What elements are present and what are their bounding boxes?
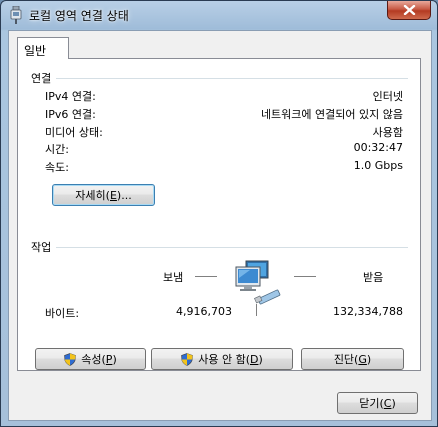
network-adapter-icon: [10, 6, 22, 24]
network-computers-icon: [235, 260, 281, 305]
network-icon-cable: [256, 304, 257, 316]
disable-button[interactable]: 사용 안 함(D): [151, 348, 293, 370]
close-window-button[interactable]: [387, 1, 431, 20]
received-line: [294, 276, 316, 277]
tab-panel: 연결 IPv4 연결: 인터넷 IPv6 연결: 네트워크에 연결되어 있지 않…: [17, 58, 421, 371]
ipv6-label: IPv6 연결:: [45, 108, 96, 121]
properties-button[interactable]: 속성(P): [35, 348, 146, 370]
sent-label: 보냄: [163, 271, 184, 284]
duration-label: 시간:: [45, 143, 69, 156]
speed-value: 1.0 Gbps: [353, 159, 403, 172]
sent-line: [195, 276, 217, 277]
title-bar[interactable]: 로컬 영역 연결 상태: [1, 1, 437, 29]
received-label: 받음: [363, 271, 384, 284]
close-icon: [403, 5, 416, 15]
bytes-label: 바이트:: [45, 307, 80, 320]
ipv4-value: 인터넷: [372, 90, 403, 103]
close-button[interactable]: 닫기(C): [337, 392, 418, 414]
group-divider: [56, 247, 408, 248]
ipv6-value: 네트워크에 연결되어 있지 않음: [260, 108, 403, 121]
speed-label: 속도:: [45, 161, 69, 174]
dialog-client-area: 일반 연결 IPv4 연결: 인터넷 IPv6 연결: 네트워크에 연결되어 있…: [8, 30, 432, 421]
details-button[interactable]: 자세히(E)...: [52, 184, 155, 206]
connection-group-label: 연결: [31, 72, 52, 85]
ipv4-label: IPv4 연결:: [45, 90, 96, 103]
window-title: 로컬 영역 연결 상태: [29, 9, 129, 23]
activity-group-label: 작업: [31, 241, 52, 254]
uac-shield-icon: [64, 352, 77, 366]
media-state-label: 미디어 상태:: [45, 126, 103, 139]
tab-general[interactable]: 일반: [17, 37, 69, 59]
duration-value: 00:32:47: [353, 141, 403, 154]
tab-label: 일반: [24, 44, 47, 58]
bytes-received-value: 132,334,788: [333, 305, 403, 318]
group-divider: [56, 78, 408, 79]
uac-shield-icon: [181, 352, 194, 366]
media-state-value: 사용함: [372, 126, 403, 139]
bytes-sent-value: 4,916,703: [176, 305, 232, 318]
dialog-window: 로컬 영역 연결 상태 일반 연결 IPv4 연결: 인터넷 IPv6 연결: …: [0, 0, 438, 427]
diagnose-button[interactable]: 진단(G): [301, 348, 404, 370]
